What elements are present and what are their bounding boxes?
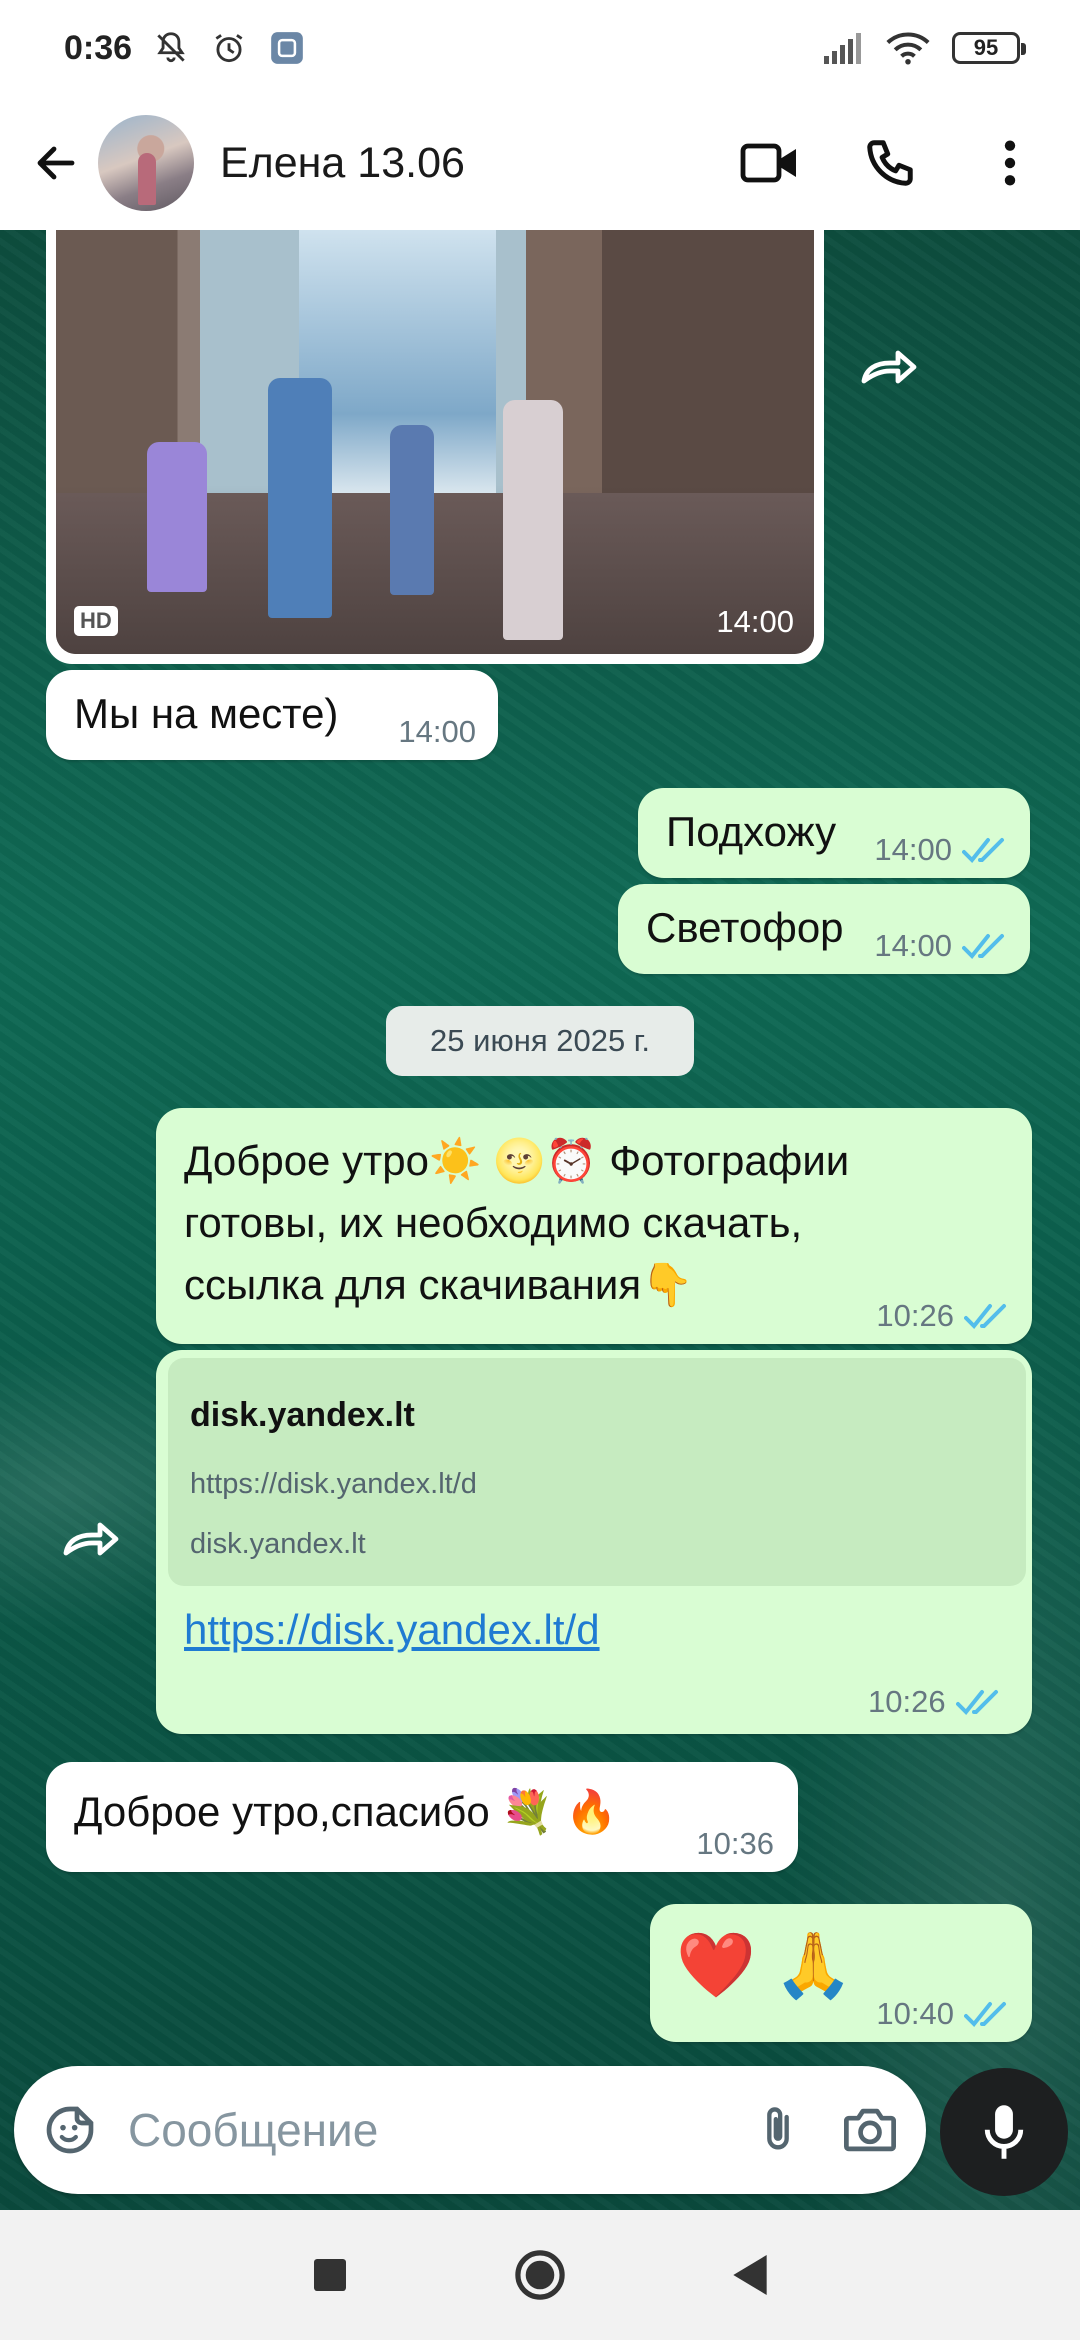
outgoing-message[interactable]: Подхожу 14:00 xyxy=(638,788,1030,878)
link-preview-title: disk.yandex.lt xyxy=(190,1396,415,1434)
message-meta: 10:40 xyxy=(876,1996,1012,2032)
read-receipt-icon xyxy=(962,838,1004,863)
message-line: готовы, их необходимо скачать, xyxy=(184,1199,803,1246)
voice-message-button[interactable] xyxy=(940,2068,1068,2196)
read-receipt-icon xyxy=(964,1304,1006,1329)
voice-call-button[interactable] xyxy=(858,131,922,195)
home-circle-icon xyxy=(515,2250,565,2300)
alarm-icon xyxy=(215,34,243,63)
square-icon xyxy=(314,2259,346,2291)
camera-icon xyxy=(844,2108,896,2152)
photo-person xyxy=(268,378,333,619)
video-camera-icon xyxy=(740,143,796,183)
link-preview-domain: disk.yandex.lt xyxy=(190,1528,366,1560)
message-time: 14:00 xyxy=(874,928,952,963)
forward-icon[interactable] xyxy=(858,344,918,394)
forward-icon[interactable] xyxy=(60,1516,120,1566)
recents-button[interactable] xyxy=(300,2245,360,2305)
message-meta: 14:00 xyxy=(874,928,1010,964)
back-triangle-icon xyxy=(733,2255,767,2295)
status-time: 0:36 xyxy=(64,28,133,67)
message-time: 10:36 xyxy=(696,1826,774,1861)
sticker-button[interactable] xyxy=(38,2098,102,2162)
back-nav-button[interactable] xyxy=(720,2245,780,2305)
microphone-icon xyxy=(984,2105,1024,2159)
message-composer xyxy=(14,2066,926,2194)
photo-person xyxy=(389,425,434,596)
home-button[interactable] xyxy=(510,2245,570,2305)
more-options-button[interactable] xyxy=(978,131,1042,195)
message-text: Мы на месте) xyxy=(74,690,339,737)
camera-button[interactable] xyxy=(838,2098,902,2162)
back-button[interactable] xyxy=(24,131,88,195)
read-receipt-icon xyxy=(955,1690,998,1715)
read-receipt-icon xyxy=(964,2002,1006,2027)
outgoing-message[interactable]: Светофор 14:00 xyxy=(618,884,1030,974)
contact-name[interactable]: Елена 13.06 xyxy=(220,139,465,188)
message-meta: 10:26 xyxy=(868,1684,1004,1720)
sticker-icon xyxy=(46,2106,94,2154)
photo-person xyxy=(146,442,207,592)
paperclip-icon xyxy=(767,2107,789,2150)
gallery-app-icon xyxy=(271,32,303,64)
message-time: 14:00 xyxy=(716,604,794,639)
message-meta: 14:00 xyxy=(874,832,1010,868)
message-time: 14:00 xyxy=(874,832,952,867)
incoming-message[interactable]: Доброе утро,спасибо 💐 🔥 10:36 xyxy=(46,1762,798,1872)
battery-indicator: 95 xyxy=(952,32,1026,64)
wifi-icon xyxy=(886,32,930,65)
message-text: ❤️ 🙏 xyxy=(676,1929,854,2001)
status-bar: 0:36 95 xyxy=(0,0,1080,96)
message-text: Подхожу xyxy=(666,808,837,855)
message-line: ссылка для скачивания👇 xyxy=(184,1261,694,1308)
message-time: 10:40 xyxy=(876,1996,954,2031)
outgoing-message[interactable]: ❤️ 🙏 10:40 xyxy=(650,1904,1032,2042)
phone-icon xyxy=(867,140,913,186)
message-photo[interactable]: HD 14:00 xyxy=(56,230,814,654)
system-nav-bar xyxy=(0,2210,1080,2340)
message-input[interactable] xyxy=(128,2103,688,2157)
link-preview-url: https://disk.yandex.lt/d xyxy=(190,1468,477,1500)
contact-avatar[interactable] xyxy=(98,115,194,211)
date-separator: 25 июня 2025 г. xyxy=(386,1006,694,1076)
message-text: Доброе утро☀️ 🌝⏰ Фотографии готовы, их н… xyxy=(184,1130,849,1316)
outgoing-message[interactable]: Доброе утро☀️ 🌝⏰ Фотографии готовы, их н… xyxy=(156,1108,1032,1344)
link-preview-card[interactable]: disk.yandex.lt https://disk.yandex.lt/d … xyxy=(168,1358,1026,1586)
message-meta: 10:26 xyxy=(876,1298,1012,1334)
message-text: Светофор xyxy=(646,904,844,951)
hd-badge: HD xyxy=(74,606,118,636)
more-vertical-icon xyxy=(1004,140,1016,186)
read-receipt-icon xyxy=(962,934,1004,959)
arrow-left-icon xyxy=(37,146,75,180)
battery-level: 95 xyxy=(973,35,999,60)
photo-person xyxy=(503,399,564,640)
message-text: Доброе утро,спасибо 💐 🔥 xyxy=(74,1788,618,1835)
message-link[interactable]: https://disk.yandex.lt/d xyxy=(184,1606,600,1654)
message-line: Доброе утро☀️ 🌝⏰ Фотографии xyxy=(184,1137,850,1184)
signal-icon xyxy=(824,33,861,64)
image-message[interactable]: HD 14:00 xyxy=(46,230,824,664)
message-time: 14:00 xyxy=(398,714,476,749)
attach-button[interactable] xyxy=(746,2098,810,2162)
incoming-message[interactable]: Мы на месте) 14:00 xyxy=(46,670,498,760)
message-time: 10:26 xyxy=(876,1298,954,1333)
message-time: 10:26 xyxy=(868,1684,946,1719)
video-call-button[interactable] xyxy=(738,131,802,195)
chat-header: Елена 13.06 xyxy=(0,96,1080,230)
notifications-muted-icon xyxy=(157,32,185,63)
